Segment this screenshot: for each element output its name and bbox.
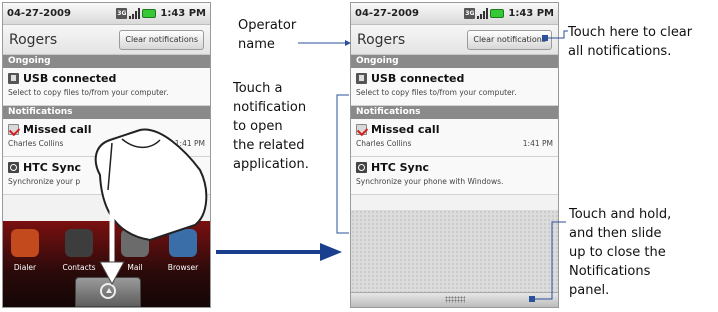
callout-clear-line — [546, 30, 568, 39]
annotation-overlay — [94, 30, 568, 302]
transition-arrow-head — [320, 243, 342, 261]
drag-down-arrow-head — [99, 261, 125, 286]
callout-clear-marker — [542, 35, 548, 41]
callout-notification-bracket — [336, 94, 349, 234]
callout-operator-arrow — [345, 40, 351, 46]
callout-handle-marker — [529, 296, 535, 302]
callout-handle-line — [532, 221, 566, 300]
